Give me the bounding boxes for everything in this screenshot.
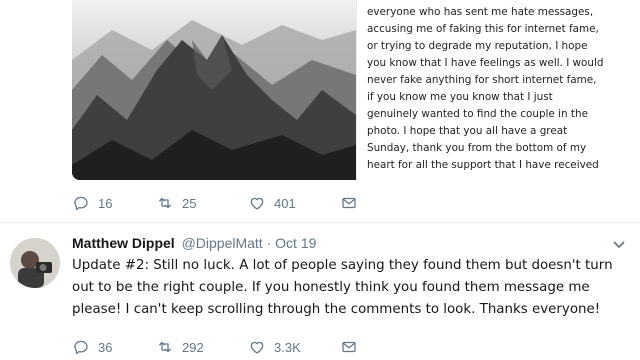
note-line: everyone who has sent me hate messages,	[367, 6, 594, 18]
separator: ·	[262, 235, 276, 251]
note-line: heart for all the support that I have re…	[367, 159, 599, 171]
envelope-icon	[342, 197, 356, 209]
retweet-count: 292	[182, 339, 204, 355]
envelope-icon	[342, 341, 356, 353]
user-handle[interactable]: @DippelMatt	[182, 235, 263, 251]
retweet-icon	[159, 197, 171, 209]
direct-message-button[interactable]	[340, 338, 360, 356]
like-count: 3.3K	[274, 339, 301, 355]
like-count: 401	[274, 195, 296, 211]
note-line: if you know me you know that I just	[367, 91, 553, 103]
retweet-button[interactable]: 25	[156, 194, 248, 212]
heart-icon	[250, 197, 264, 210]
mountain-photo[interactable]	[72, 0, 356, 180]
reply-button[interactable]: 16	[72, 194, 156, 212]
tweet-text-line: out to be the right couple. If you hones…	[72, 280, 590, 295]
note-line: Sunday, thank you from the bottom of my	[367, 142, 587, 154]
mountain-illustration	[72, 0, 356, 180]
note-line: or trying to degrade my reputation, I ho…	[367, 40, 588, 52]
direct-message-button[interactable]	[340, 194, 360, 212]
note-line: photo. I hope that you all have a great	[367, 125, 568, 137]
note-line: you know that I have feelings as well. I…	[367, 57, 604, 69]
reply-button[interactable]: 36	[72, 338, 156, 356]
note-line: never fake anything for short internet f…	[367, 74, 597, 86]
retweet-count: 25	[182, 195, 197, 211]
reply-icon	[74, 340, 88, 355]
display-name[interactable]: Matthew Dippel	[72, 235, 175, 251]
tweet-actions: 16 25 401	[72, 194, 360, 212]
note-line: accusing me of faking this for internet …	[367, 23, 599, 35]
reply-count: 16	[98, 195, 113, 211]
retweet-button[interactable]: 292	[156, 338, 248, 356]
avatar[interactable]	[10, 238, 60, 288]
chevron-down-icon[interactable]	[612, 238, 626, 252]
timestamp[interactable]: Oct 19	[275, 235, 316, 251]
avatar-photo	[10, 238, 60, 288]
reply-icon	[74, 196, 88, 211]
tweet-media[interactable]: everyone who has sent me hate messages, …	[72, 0, 610, 180]
tweet-text: Update #2: Still no luck. A lot of peopl…	[72, 255, 632, 321]
like-button[interactable]: 3.3K	[248, 338, 340, 356]
retweet-icon	[159, 341, 171, 353]
tweet-text-line: please! I can't keep scrolling through t…	[72, 302, 601, 317]
tweet-divider	[0, 222, 640, 223]
like-button[interactable]: 401	[248, 194, 340, 212]
screenshot-note: everyone who has sent me hate messages, …	[356, 0, 610, 180]
tweet-text-line: Update #2: Still no luck. A lot of peopl…	[72, 258, 613, 273]
note-line: genuinely wanted to find the couple in t…	[367, 108, 588, 120]
tweet-header: Matthew Dippel @DippelMatt · Oct 19	[72, 235, 316, 251]
reply-count: 36	[98, 339, 113, 355]
tweet-actions: 36 292 3.3K	[72, 338, 360, 356]
heart-icon	[250, 341, 264, 354]
